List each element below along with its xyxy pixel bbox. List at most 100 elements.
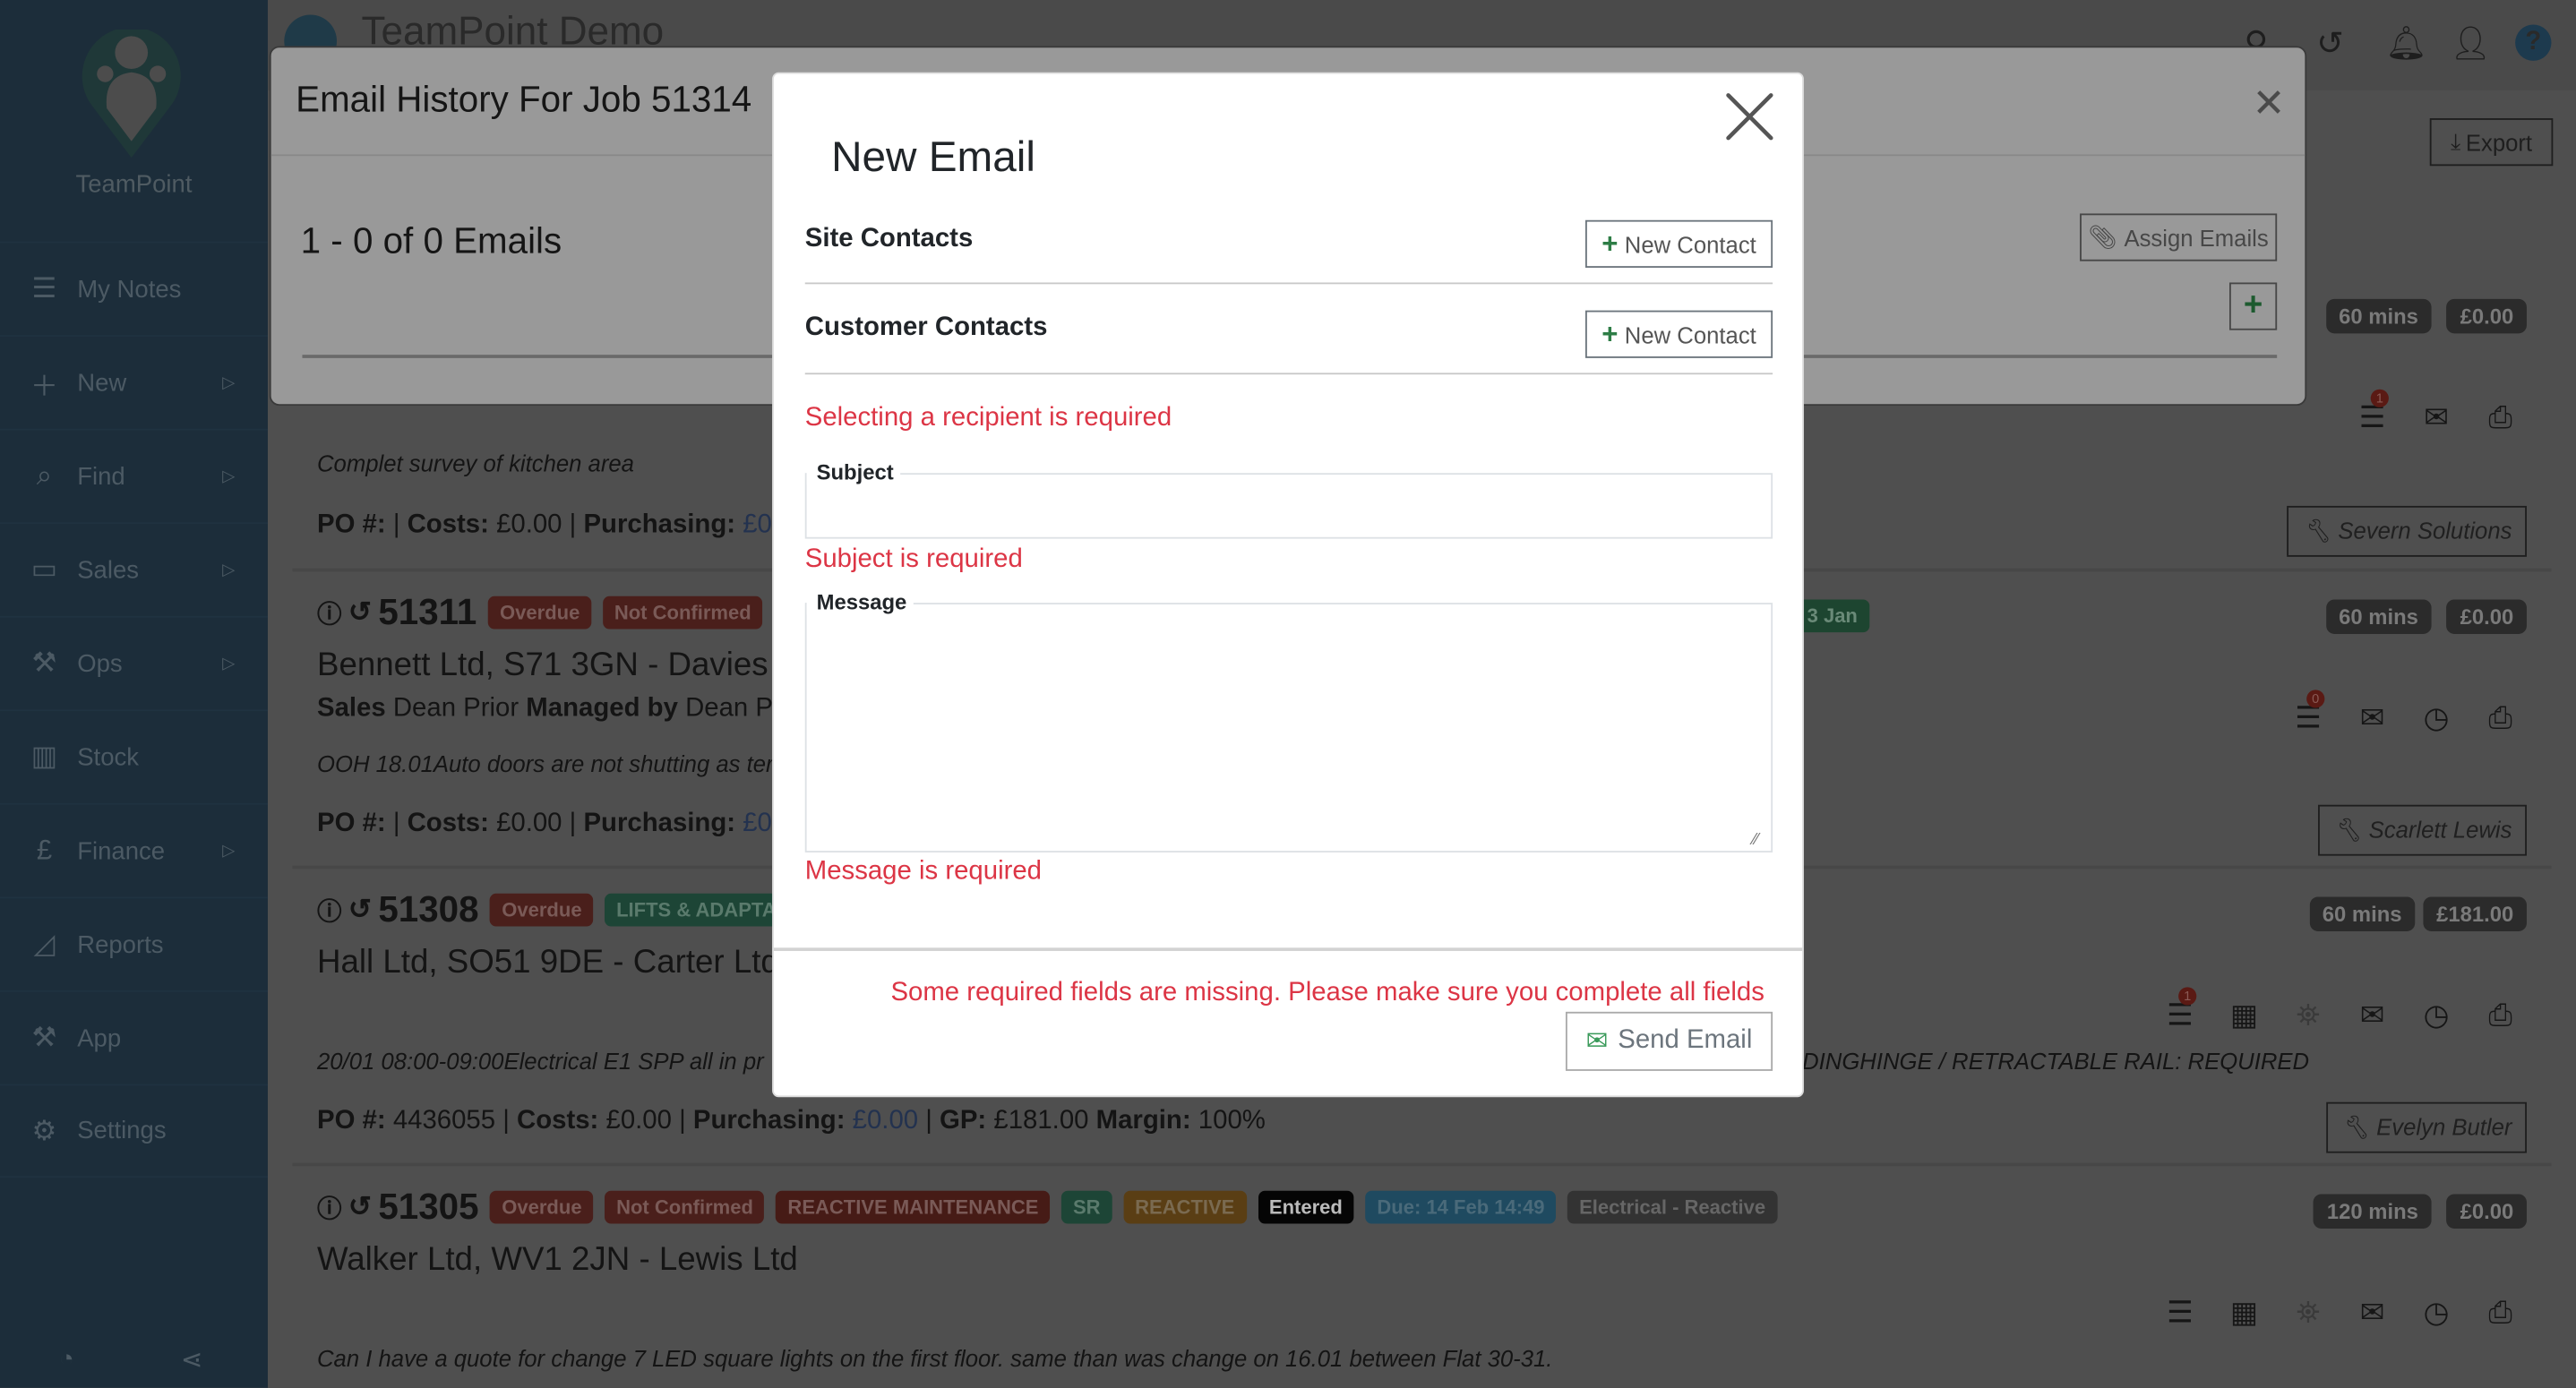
sidebar-item-ops[interactable]: ⚒ Ops ▷ <box>0 615 268 710</box>
message-error: Message is required <box>804 857 1043 886</box>
calendar-icon[interactable]: ▦ <box>2229 1296 2259 1331</box>
sidebar-item-sales[interactable]: ▭ Sales ▷ <box>0 522 268 616</box>
search-icon: ⌕ <box>36 459 53 492</box>
job-po-line: PO #: | Costs: £0.00 | Purchasing: £0.00 <box>317 510 809 540</box>
time-badge: 60 mins <box>2325 298 2432 334</box>
job-sales-line: Sales Dean Prior Managed by Dean Pri <box>317 695 787 724</box>
sidebar-item-stock[interactable]: ▥ Stock <box>0 709 268 803</box>
job-description: 20/01 08:00-09:00Electrical E1 SPP all i… <box>316 1048 764 1075</box>
job-card[interactable]: ⓘ ↺ 51305 Overdue Not Confirmed REACTIVE … <box>292 1162 2552 1388</box>
status-badge: Overdue <box>488 595 592 630</box>
clock-icon[interactable]: ◷ <box>2422 701 2451 736</box>
time-badge: 60 mins <box>2309 896 2416 931</box>
costs-label: Costs: <box>517 1107 599 1135</box>
email-icon[interactable]: ✉ <box>2357 998 2387 1033</box>
sidebar-item-app[interactable]: ⚒ App <box>0 990 268 1084</box>
subject-error: Subject is required <box>804 544 1023 574</box>
assign-emails-button[interactable]: 📎︎ Assign Emails <box>2080 213 2278 261</box>
job-number[interactable]: 51308 <box>378 888 478 931</box>
sidebar-item-label: My Notes <box>77 275 182 304</box>
sidebar: TeamPoint ☰ My Notes ＋ New ▷ ⌕ Find ▷ ▭ Sales ▷… <box>0 0 268 1388</box>
engineer-button[interactable]: 🔧︎ Scarlett Lewis <box>2318 804 2527 856</box>
print-icon[interactable]: ⎙ <box>2486 1296 2515 1331</box>
plus-icon: + <box>2243 287 2263 324</box>
subject-input[interactable] <box>804 473 1773 539</box>
print-icon[interactable]: ⎙ <box>2486 998 2515 1033</box>
engineer-button[interactable]: 🔧︎ Evelyn Butler <box>2325 1101 2527 1153</box>
caret-right-icon: ▷ <box>222 373 236 392</box>
job-title[interactable]: Walker Ltd, WV1 2JN - Lewis Ltd <box>317 1242 798 1280</box>
briefcase-icon: ▭ <box>30 553 58 585</box>
info-icon[interactable]: ⓘ <box>317 1190 342 1225</box>
help-icon[interactable]: ? <box>2515 24 2552 61</box>
job-title[interactable]: Bennett Ltd, S71 3GN - Davies L <box>317 647 795 685</box>
history-icon[interactable]: ↺ <box>348 894 372 927</box>
status-badge: Entered <box>1258 1190 1354 1224</box>
recipient-error: Selecting a recipient is required <box>804 404 1172 433</box>
email-icon[interactable]: ✉ <box>2357 1296 2387 1331</box>
notes-icon[interactable]: ☰ 1 <box>2165 987 2197 1033</box>
map-icon[interactable]: ⛯ <box>2294 1296 2323 1331</box>
value-badge: £0.00 <box>2446 298 2527 334</box>
email-icon[interactable]: ✉ <box>2422 401 2451 436</box>
costs-value: £0.00 <box>605 1107 672 1135</box>
sidebar-item-my-notes[interactable]: ☰ My Notes <box>0 241 268 336</box>
sidebar-item-label: Find <box>77 462 125 491</box>
info-icon[interactable]: ⓘ <box>317 893 342 928</box>
history-icon[interactable]: ↺ <box>2316 23 2344 64</box>
notes-count-badge: 1 <box>2370 389 2389 407</box>
info-icon[interactable]: ⓘ <box>317 595 342 630</box>
brand-name: TeamPoint <box>75 170 193 199</box>
clock-icon[interactable]: ◷ <box>2422 998 2451 1033</box>
user-icon[interactable]: 👤︎ <box>2450 23 2492 64</box>
plus-icon: ＋ <box>30 370 59 402</box>
sidebar-item-label: Stock <box>77 742 140 772</box>
new-email-button[interactable]: + <box>2228 282 2278 330</box>
print-icon[interactable]: ⎙ <box>2486 701 2515 736</box>
notes-icon[interactable]: ☰ <box>2165 1296 2194 1331</box>
bell-icon[interactable]: 🔔︎ <box>2385 23 2427 64</box>
history-icon[interactable]: ↺ <box>348 1191 372 1224</box>
purchasing-link[interactable]: £0.00 <box>853 1107 918 1135</box>
history-icon[interactable]: ↺ <box>348 596 372 630</box>
email-icon[interactable]: ✉ <box>2357 701 2387 736</box>
gear-icon: ⚙ <box>31 1114 57 1146</box>
send-email-button[interactable]: ✉ Send Email <box>1565 1011 1773 1071</box>
close-icon[interactable] <box>1723 90 1776 143</box>
caret-right-icon: ▷ <box>222 467 236 486</box>
new-site-contact-button[interactable]: + New Contact <box>1584 219 1773 268</box>
sidebar-item-finance[interactable]: £ Finance ▷ <box>0 802 268 897</box>
notes-icon[interactable]: ☰ 0 <box>2294 690 2325 736</box>
sidebar-item-settings[interactable]: ⚙ Settings <box>0 1084 268 1178</box>
job-po-line: PO #: | Costs: £0.00 | Purchasing: £0.00 <box>317 810 809 839</box>
job-number[interactable]: 51311 <box>378 591 477 634</box>
new-customer-contact-button[interactable]: + New Contact <box>1584 310 1773 358</box>
sidebar-item-reports[interactable]: ◿ Reports <box>0 896 268 990</box>
type-badge: REACTIVE <box>1123 1190 1247 1224</box>
share-icon[interactable]: ⋖ <box>181 1343 203 1376</box>
sidebar-item-find[interactable]: ⌕ Find ▷ <box>0 428 268 523</box>
export-button[interactable]: ⤓ Export <box>2429 118 2554 167</box>
message-textarea[interactable] <box>804 603 1773 853</box>
print-icon[interactable]: ⎙ <box>2486 401 2515 436</box>
map-icon[interactable]: ⛯ <box>2294 998 2323 1033</box>
clock-icon[interactable]: ◷ <box>2422 1296 2451 1331</box>
close-icon[interactable]: ✕ <box>2253 81 2286 128</box>
job-header: ⓘ ↺ 51305 Overdue Not Confirmed REACTIVE … <box>317 1186 1777 1229</box>
job-description: Can I have a quote for change 7 LED squa… <box>316 1345 1553 1372</box>
job-title[interactable]: Hall Ltd, SO51 9DE - Carter Ltd <box>317 945 779 982</box>
sales-label: Sales <box>316 694 386 724</box>
engineer-button[interactable]: 🔧︎ Severn Solutions <box>2288 505 2527 557</box>
margin-label: Margin: <box>1095 1107 1191 1135</box>
margin-value: 100% <box>1198 1107 1266 1135</box>
rss-icon[interactable]: ◔ <box>59 1345 74 1373</box>
resize-handle-icon[interactable]: ⁄⁄ <box>1753 831 1758 849</box>
calendar-icon[interactable]: ▦ <box>2229 998 2259 1033</box>
job-number[interactable]: 51305 <box>378 1186 478 1229</box>
chart-icon: ◿ <box>33 928 56 960</box>
costs-value: £0.00 <box>496 510 562 539</box>
app: TeamPoint ☰ My Notes ＋ New ▷ ⌕ Find ▷ ▭ Sales ▷… <box>0 0 2576 1388</box>
job-description: OOH 18.01Auto doors are not shutting as … <box>316 750 774 777</box>
notes-icon[interactable]: ☰ 1 <box>2357 389 2389 436</box>
sidebar-item-new[interactable]: ＋ New ▷ <box>0 335 268 429</box>
